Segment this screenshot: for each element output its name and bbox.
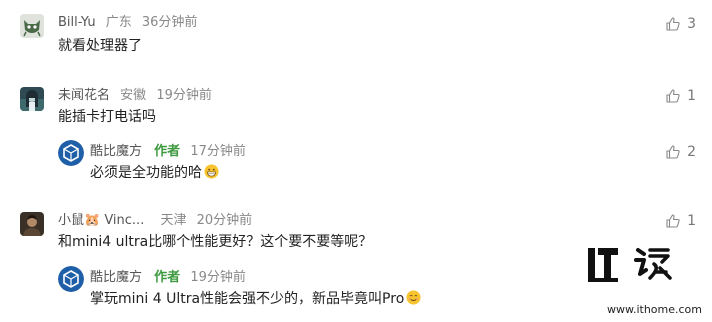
comment-time: 36分钟前 xyxy=(141,15,198,30)
reply-meta: 酷比魔方 作者 17分钟前 xyxy=(90,144,246,160)
thumbs-up-icon xyxy=(666,145,680,159)
anime-girl-icon xyxy=(20,87,44,111)
author-badge: 作者 xyxy=(154,270,181,285)
like-count: 3 xyxy=(687,16,696,32)
comment-time: 19分钟前 xyxy=(156,88,212,103)
comment-meta: Bill-Yu 广东 36分钟前 xyxy=(58,15,197,31)
reply-text: 必须是全功能的哈 xyxy=(90,164,219,182)
reply-text: 掌玩mini 4 Ultra性能会强不少的，新品毕竟叫Pro xyxy=(90,290,421,308)
thumbs-up-icon xyxy=(666,89,680,103)
grinning-face-icon xyxy=(204,164,219,179)
comment-meta: 未闻花名 安徽 19分钟前 xyxy=(58,88,212,104)
comment-time: 20分钟前 xyxy=(196,213,253,228)
user-location: 安徽 xyxy=(120,88,147,103)
comment-meta: 小鼠🐹 Vinc... 天津 20分钟前 xyxy=(58,213,252,229)
comment-time: 19分钟前 xyxy=(190,270,246,285)
avatar[interactable] xyxy=(20,212,44,236)
username[interactable]: Bill-Yu xyxy=(58,15,96,30)
like-count: 1 xyxy=(687,88,696,104)
like-count: 2 xyxy=(687,144,696,160)
cube-logo-icon xyxy=(58,140,84,166)
like-button[interactable]: 1 xyxy=(665,213,696,229)
avatar[interactable] xyxy=(20,87,44,111)
username[interactable]: 酷比魔方 xyxy=(90,144,142,159)
cat-face-icon xyxy=(20,14,44,38)
thumbs-up-icon xyxy=(666,214,680,228)
reply-text-content: 掌玩mini 4 Ultra性能会强不少的，新品毕竟叫Pro xyxy=(90,291,405,307)
username[interactable]: 未闻花名 xyxy=(58,88,110,103)
user-location: 天津 xyxy=(160,213,187,228)
ithome-logo xyxy=(588,248,672,282)
username[interactable]: 酷比魔方 xyxy=(90,270,142,285)
thumbs-up-icon xyxy=(666,17,680,31)
like-button[interactable]: 2 xyxy=(665,144,696,160)
smiling-face-icon xyxy=(406,290,421,305)
username[interactable]: 小鼠🐹 Vinc... xyxy=(58,213,144,228)
avatar[interactable] xyxy=(58,140,84,166)
reply-text-content: 必须是全功能的哈 xyxy=(90,165,202,181)
cube-logo-icon xyxy=(58,266,84,292)
user-location: 广东 xyxy=(105,15,132,30)
like-button[interactable]: 3 xyxy=(665,16,696,32)
like-count: 1 xyxy=(687,213,696,229)
comment-text: 和mini4 ultra比哪个性能更好？这个要不要等呢？ xyxy=(58,234,373,250)
man-portrait-icon xyxy=(20,212,44,236)
avatar[interactable] xyxy=(58,266,84,292)
comment-text: 就看处理器了 xyxy=(58,38,142,54)
comment-text: 能插卡打电话吗 xyxy=(58,109,156,125)
comment-time: 17分钟前 xyxy=(190,144,246,159)
reply-meta: 酷比魔方 作者 19分钟前 xyxy=(90,270,246,286)
watermark-url: www.ithome.com xyxy=(606,303,702,316)
author-badge: 作者 xyxy=(154,144,181,159)
avatar[interactable] xyxy=(20,14,44,38)
like-button[interactable]: 1 xyxy=(665,88,696,104)
